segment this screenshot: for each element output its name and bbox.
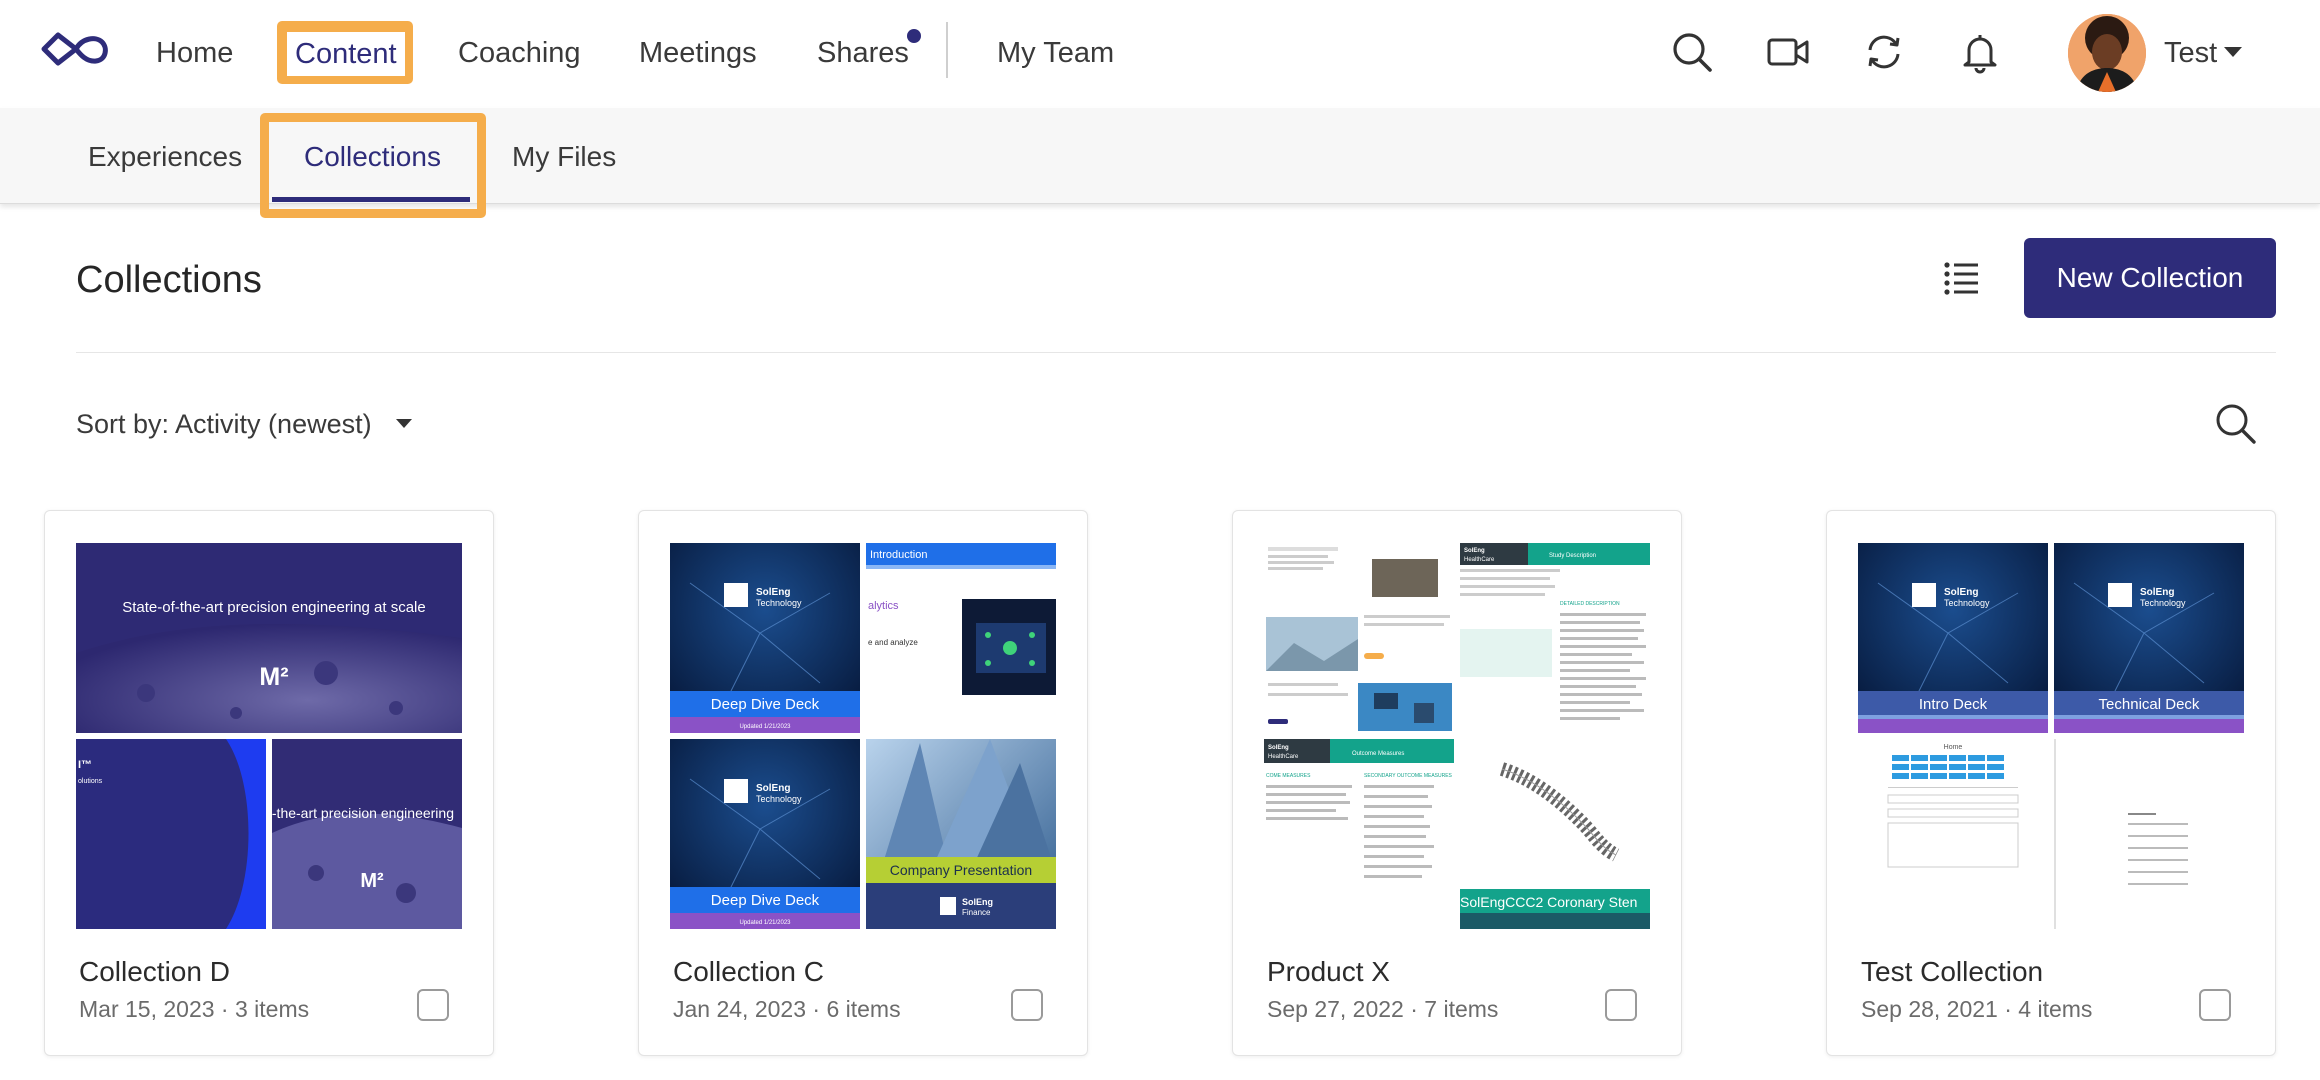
collection-checkbox[interactable]	[1605, 989, 1637, 1021]
user-avatar[interactable]	[2068, 14, 2146, 92]
collection-card[interactable]: State-of-the-art precision engineering a…	[44, 510, 494, 1056]
header-divider	[76, 352, 2276, 353]
collection-title[interactable]: Collection C	[673, 953, 824, 991]
new-collection-button[interactable]: New Collection	[2024, 238, 2276, 318]
active-tab-underline	[272, 197, 470, 202]
shares-notification-dot	[907, 29, 921, 43]
thumb-primary: COME MEASURES	[1266, 773, 1311, 779]
thumb-deck: Deep Dive Deck	[711, 892, 820, 909]
thumb-analytics: alytics	[868, 600, 899, 612]
thumb-brand-b: Technology	[1944, 598, 1990, 608]
top-nav: Home Content Coaching Meetings Shares My…	[0, 0, 2320, 108]
video-icon[interactable]	[1764, 28, 1812, 76]
sort-caret-icon[interactable]	[396, 419, 412, 428]
thumbnail-grid: SolEng HealthCare Study Description DETA…	[1264, 543, 1650, 929]
collection-card[interactable]: SolEng Technology Intro Deck SolEng Tech…	[1826, 510, 2276, 1056]
thumb-side-a: I™	[78, 759, 92, 771]
tab-my-files[interactable]: My Files	[512, 138, 616, 176]
search-collections-icon[interactable]	[2212, 400, 2258, 446]
thumb-intro: Introduction	[870, 549, 927, 561]
collection-title[interactable]: Collection D	[79, 953, 230, 991]
sub-nav: Experiences Collections My Files	[0, 108, 2320, 218]
thumbnail-grid: State-of-the-art precision engineering a…	[76, 543, 462, 929]
thumb-headline: State-of-the-art precision engineering a…	[122, 599, 426, 616]
collection-title[interactable]: Product X	[1267, 953, 1390, 991]
collection-title[interactable]: Test Collection	[1861, 953, 2043, 991]
thumb-updated: Updated 1/21/2023	[739, 920, 791, 926]
nav-content[interactable]: Content	[287, 32, 405, 76]
collection-thumbnail[interactable]: SolEng Technology Intro Deck SolEng Tech…	[1858, 543, 2244, 929]
thumb-finance-b: Finance	[962, 908, 991, 917]
thumb-technical: Technical Deck	[2099, 696, 2200, 713]
collection-thumbnail[interactable]: State-of-the-art precision engineering a…	[76, 543, 462, 929]
sort-dropdown[interactable]: Sort by: Activity (newest)	[76, 406, 372, 442]
thumb-brand-a: SolEng	[1944, 587, 1978, 598]
thumb-home: Home	[1944, 744, 1963, 751]
user-menu-caret-icon[interactable]	[2224, 47, 2242, 57]
collection-checkbox[interactable]	[2199, 989, 2231, 1021]
collection-checkbox[interactable]	[417, 989, 449, 1021]
collection-thumbnail[interactable]: SolEng Technology Deep Dive Deck Updated…	[670, 543, 1056, 929]
thumb-mark-b: M²	[360, 870, 384, 892]
thumb-outcome: Outcome Measures	[1352, 751, 1404, 757]
thumb-study: Study Description	[1549, 553, 1596, 559]
thumb-brand-a: SolEng	[756, 587, 790, 598]
collection-thumbnail[interactable]: SolEng HealthCare Study Description DETA…	[1264, 543, 1650, 929]
collection-checkbox[interactable]	[1011, 989, 1043, 1021]
avatar-image	[2068, 14, 2146, 92]
nav-my-team[interactable]: My Team	[997, 33, 1114, 73]
user-name[interactable]: Test	[2164, 33, 2217, 73]
thumbnail-grid: SolEng Technology Intro Deck SolEng Tech…	[1858, 543, 2244, 929]
thumb-brand-b: Technology	[756, 794, 802, 804]
sync-icon[interactable]	[1860, 28, 1908, 76]
nav-meetings[interactable]: Meetings	[639, 33, 757, 73]
nav-home[interactable]: Home	[156, 33, 233, 73]
thumb-hc-a: SolEng	[1464, 548, 1485, 554]
thumb-brand-b: Technology	[2140, 598, 2186, 608]
thumb-brand-a: SolEng	[2140, 587, 2174, 598]
thumb-headline-b: f-the-art precision engineering	[268, 805, 454, 821]
nav-coaching[interactable]: Coaching	[458, 33, 581, 73]
bell-icon[interactable]	[1956, 28, 2004, 76]
collection-card[interactable]: SolEng HealthCare Study Description DETA…	[1232, 510, 1682, 1056]
collection-meta: Jan 24, 2023 · 6 items	[673, 996, 901, 1022]
thumb-mark: M²	[259, 663, 288, 691]
collection-meta: Sep 28, 2021 · 4 items	[1861, 996, 2093, 1022]
thumbnail-grid: SolEng Technology Deep Dive Deck Updated…	[670, 543, 1056, 929]
thumb-hc-b: HealthCare	[1464, 557, 1495, 563]
thumb-banner: SolEngCCC2 Coronary Sten	[1460, 894, 1637, 910]
thumb-deck: Deep Dive Deck	[711, 696, 820, 713]
thumb-secondary: SECONDARY OUTCOME MEASURES	[1364, 773, 1453, 779]
thumb-analyze: e and analyze	[868, 638, 918, 647]
thumb-intro: Intro Deck	[1919, 696, 1988, 713]
search-icon[interactable]	[1668, 28, 1716, 76]
thumb-brand-b: Technology	[756, 598, 802, 608]
infinity-logo-icon[interactable]	[40, 30, 112, 68]
page-title: Collections	[76, 259, 262, 301]
collection-card[interactable]: SolEng Technology Deep Dive Deck Updated…	[638, 510, 1088, 1056]
tab-collections[interactable]: Collections	[304, 138, 441, 176]
tab-experiences[interactable]: Experiences	[88, 138, 242, 176]
nav-divider	[946, 22, 948, 78]
thumb-brand-a: SolEng	[756, 783, 790, 794]
thumb-side-b: olutions	[78, 778, 103, 785]
thumb-finance-a: SolEng	[962, 897, 993, 907]
thumb-updated: Updated 1/21/2023	[739, 724, 791, 730]
list-view-icon[interactable]	[1942, 258, 1982, 298]
thumb-details: DETAILED DESCRIPTION	[1560, 601, 1620, 607]
collection-meta: Mar 15, 2023 · 3 items	[79, 996, 310, 1022]
collection-meta: Sep 27, 2022 · 7 items	[1267, 996, 1499, 1022]
thumb-company: Company Presentation	[890, 862, 1032, 878]
thumb-hc-b: HealthCare	[1268, 754, 1299, 760]
thumb-hc-a: SolEng	[1268, 745, 1289, 751]
nav-shares[interactable]: Shares	[817, 33, 909, 73]
